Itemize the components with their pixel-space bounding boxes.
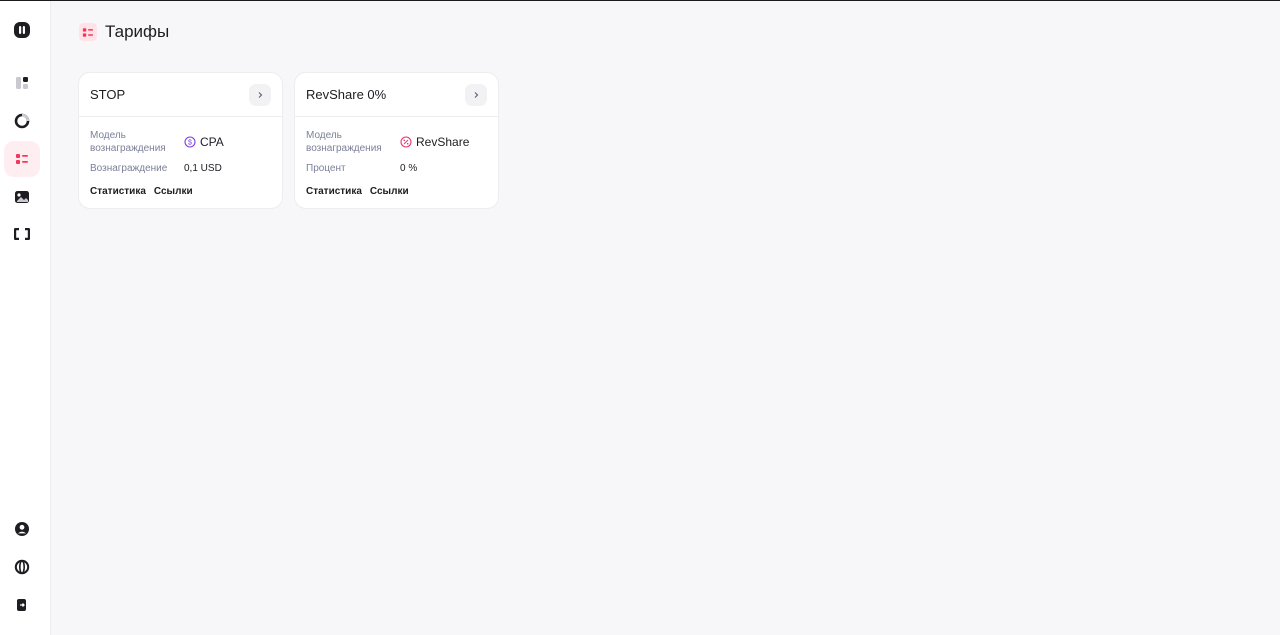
percent-label: Процент xyxy=(306,163,346,174)
reward-label: Вознаграждение xyxy=(90,163,168,174)
links-link[interactable]: Ссылки xyxy=(370,186,409,197)
globe-icon[interactable] xyxy=(4,549,40,585)
model-value-text: CPA xyxy=(200,134,224,149)
image-icon[interactable] xyxy=(4,179,40,215)
dollar-circle-icon: $ xyxy=(184,136,196,148)
card-header[interactable]: STOP xyxy=(79,73,282,117)
dashboard-icon[interactable] xyxy=(4,65,40,101)
chevron-right-icon[interactable] xyxy=(249,83,271,106)
card-title: STOP xyxy=(90,87,126,102)
tariff-cards: STOP Модель вознаграждения $ CPA Вознагр… xyxy=(78,72,499,209)
statistics-link[interactable]: Статистика xyxy=(90,186,146,197)
reward-value: 0,1 USD xyxy=(184,163,222,174)
statistics-link[interactable]: Статистика xyxy=(306,186,362,197)
tariffs-icon xyxy=(79,23,97,41)
model-value-text: RevShare xyxy=(416,134,470,149)
svg-text:$: $ xyxy=(188,140,192,147)
links-link[interactable]: Ссылки xyxy=(154,186,193,197)
sidebar xyxy=(0,1,51,635)
tariff-card: STOP Модель вознаграждения $ CPA Вознагр… xyxy=(78,72,283,209)
user-icon[interactable] xyxy=(4,511,40,547)
model-label: Модель вознаграждения xyxy=(90,130,166,154)
tariff-card: RevShare 0% Модель вознаграждения RevSha… xyxy=(294,72,499,209)
model-label: Модель вознаграждения xyxy=(306,130,382,154)
percent-value: 0 % xyxy=(400,163,418,174)
code-icon[interactable] xyxy=(4,216,40,252)
model-value: $ CPA xyxy=(184,129,224,155)
logo-icon[interactable] xyxy=(4,12,40,48)
chevron-right-icon[interactable] xyxy=(465,83,487,106)
logout-icon[interactable] xyxy=(4,587,40,623)
percent-circle-icon xyxy=(400,136,412,148)
pie-chart-icon[interactable] xyxy=(4,103,40,139)
card-title: RevShare 0% xyxy=(306,87,387,102)
page-header: Тарифы xyxy=(79,22,169,42)
tariffs-icon[interactable] xyxy=(4,141,40,177)
page-title: Тарифы xyxy=(105,22,170,41)
model-value: RevShare xyxy=(400,129,469,155)
card-header[interactable]: RevShare 0% xyxy=(295,73,498,117)
